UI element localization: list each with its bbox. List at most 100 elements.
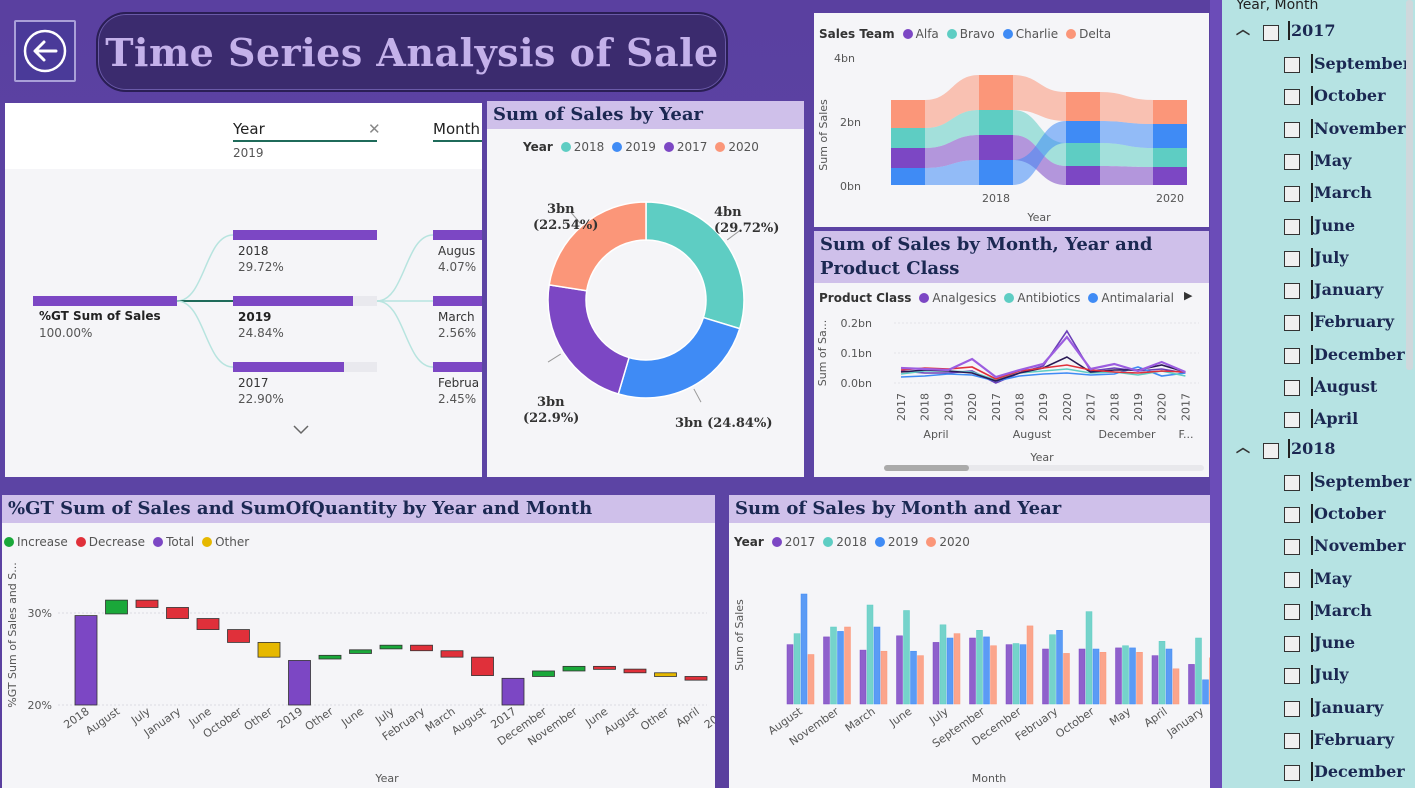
clustered-bar[interactable] [953, 633, 961, 705]
back-button[interactable] [14, 20, 76, 82]
ribbon-segment-delta[interactable] [1153, 100, 1187, 124]
ribbon-segment-charlie[interactable] [891, 168, 925, 185]
slicer-checkbox[interactable] [1284, 347, 1300, 364]
clustered-bar[interactable] [1122, 645, 1129, 705]
slicer-checkbox[interactable] [1284, 218, 1300, 235]
clustered-bar[interactable] [823, 636, 830, 705]
ribbon-segment-alfa[interactable] [1066, 166, 1100, 185]
ribbon-segment-charlie[interactable] [1153, 124, 1187, 148]
clustered-bar[interactable] [830, 626, 837, 705]
clustered-bar[interactable] [1188, 664, 1195, 705]
clustered-bar[interactable] [990, 645, 997, 705]
slicer-month-item[interactable]: June [1284, 632, 1404, 656]
slicer-checkbox[interactable] [1284, 474, 1300, 491]
clustered-bar[interactable] [873, 626, 881, 705]
ribbon-segment-delta[interactable] [891, 100, 925, 128]
donut-slice-2019[interactable] [617, 316, 741, 399]
waterfall-bar[interactable] [135, 599, 159, 608]
waterfall-bar[interactable] [684, 676, 708, 681]
waterfall-bar[interactable] [623, 668, 647, 674]
slicer-month-item[interactable]: December [1284, 344, 1405, 368]
slicer-month-item[interactable]: March [1284, 600, 1404, 624]
ribbon-segment-bravo[interactable] [1153, 148, 1187, 167]
clustered-bar[interactable] [896, 635, 903, 705]
clustered-bar[interactable] [903, 610, 910, 705]
ribbon-segment-alfa[interactable] [979, 135, 1013, 160]
clustered-bar[interactable] [1129, 647, 1136, 705]
slicer-checkbox[interactable] [1284, 539, 1300, 556]
slicer-month-item[interactable]: October [1284, 503, 1404, 527]
ribbon-segment-bravo[interactable] [1066, 143, 1100, 166]
slicer-checkbox[interactable] [1284, 636, 1300, 653]
clustered-bar[interactable] [1049, 634, 1056, 705]
ribbon-segment-delta[interactable] [1066, 92, 1100, 121]
ribbon-segment-bravo[interactable] [979, 110, 1013, 135]
clustered-bar[interactable] [1136, 652, 1143, 705]
slicer-checkbox[interactable] [1284, 89, 1300, 106]
slicer-month-item[interactable]: July [1284, 247, 1404, 271]
slicer-month-item[interactable]: February [1284, 729, 1404, 753]
legend-item-2018[interactable]: 2018 [574, 140, 605, 154]
clustered-bar[interactable] [1099, 652, 1107, 705]
slicer-month-item[interactable]: February [1284, 311, 1404, 335]
waterfall-bar[interactable] [227, 629, 250, 643]
legend-item-2019[interactable]: 2019 [625, 140, 656, 154]
clustered-bar[interactable] [976, 630, 983, 705]
collapse-chevron-icon[interactable]: ︿ [1236, 437, 1250, 457]
slicer-checkbox[interactable] [1284, 315, 1300, 332]
slicer-checkbox[interactable] [1284, 506, 1300, 523]
clustered-bar[interactable] [807, 654, 815, 705]
clustered-bar[interactable] [1026, 625, 1034, 705]
waterfall-bar[interactable] [471, 656, 494, 676]
collapse-chevron-icon[interactable]: ︿ [1236, 19, 1250, 39]
slicer-checkbox[interactable] [1284, 765, 1300, 782]
clustered-bar[interactable] [932, 642, 940, 705]
clustered-bar[interactable] [910, 650, 917, 705]
slicer-month-item[interactable]: October [1284, 85, 1404, 109]
slicer-checkbox[interactable] [1284, 733, 1300, 749]
slicer-month-item[interactable]: March [1284, 182, 1404, 206]
clustered-bar[interactable] [1165, 648, 1173, 705]
slicer-checkbox[interactable] [1284, 57, 1300, 73]
clustered-bar[interactable] [983, 636, 990, 705]
slicer-scrollbar[interactable] [1406, 0, 1413, 370]
decomp-node-2019[interactable] [233, 296, 377, 306]
clustered-bar[interactable] [1063, 653, 1070, 705]
waterfall-bar[interactable] [349, 649, 372, 654]
slicer-checkbox[interactable] [1284, 121, 1300, 138]
slicer-checkbox[interactable] [1284, 283, 1300, 300]
ribbon-segment-charlie[interactable] [1066, 121, 1100, 143]
ribbon-band-delta[interactable] [1100, 92, 1153, 124]
clustered-bar[interactable] [917, 655, 924, 705]
clustered-bar[interactable] [793, 633, 801, 705]
clustered-bar[interactable] [800, 593, 808, 705]
donut-slice-2017[interactable] [547, 284, 630, 395]
slicer-month-item[interactable]: January [1284, 279, 1404, 303]
slicer-checkbox[interactable] [1263, 442, 1279, 459]
legend-item-2017[interactable]: 2017 [677, 140, 708, 154]
slicer-checkbox[interactable] [1284, 412, 1300, 429]
slicer-checkbox[interactable] [1284, 603, 1300, 620]
decomp-root-bar[interactable] [33, 296, 177, 306]
clustered-bar[interactable] [1092, 648, 1100, 705]
slicer-month-item[interactable]: August [1284, 376, 1404, 400]
waterfall-bar[interactable] [593, 665, 616, 670]
clustered-bar[interactable] [1012, 643, 1020, 705]
waterfall-bar[interactable] [288, 660, 311, 706]
clustered-bar[interactable] [969, 637, 976, 705]
clustered-bar[interactable] [1042, 648, 1049, 705]
decomp-node-2017[interactable] [233, 362, 377, 372]
slicer-month-item[interactable]: November [1284, 535, 1406, 559]
clustered-bar[interactable] [1078, 648, 1086, 705]
slicer-checkbox[interactable] [1284, 700, 1300, 717]
slicer-month-item[interactable]: July [1284, 664, 1404, 688]
slicer-month-item[interactable]: November [1284, 118, 1406, 142]
waterfall-bar[interactable] [257, 642, 281, 658]
ribbon-segment-delta[interactable] [979, 75, 1013, 110]
scrollbar-thumb[interactable] [884, 465, 969, 471]
clustered-bar[interactable] [1151, 655, 1159, 705]
slicer-month-item[interactable]: April [1284, 408, 1404, 432]
clustered-bar[interactable] [786, 644, 794, 705]
ribbon-segment-alfa[interactable] [891, 148, 925, 168]
horizontal-scrollbar[interactable] [884, 465, 1204, 471]
